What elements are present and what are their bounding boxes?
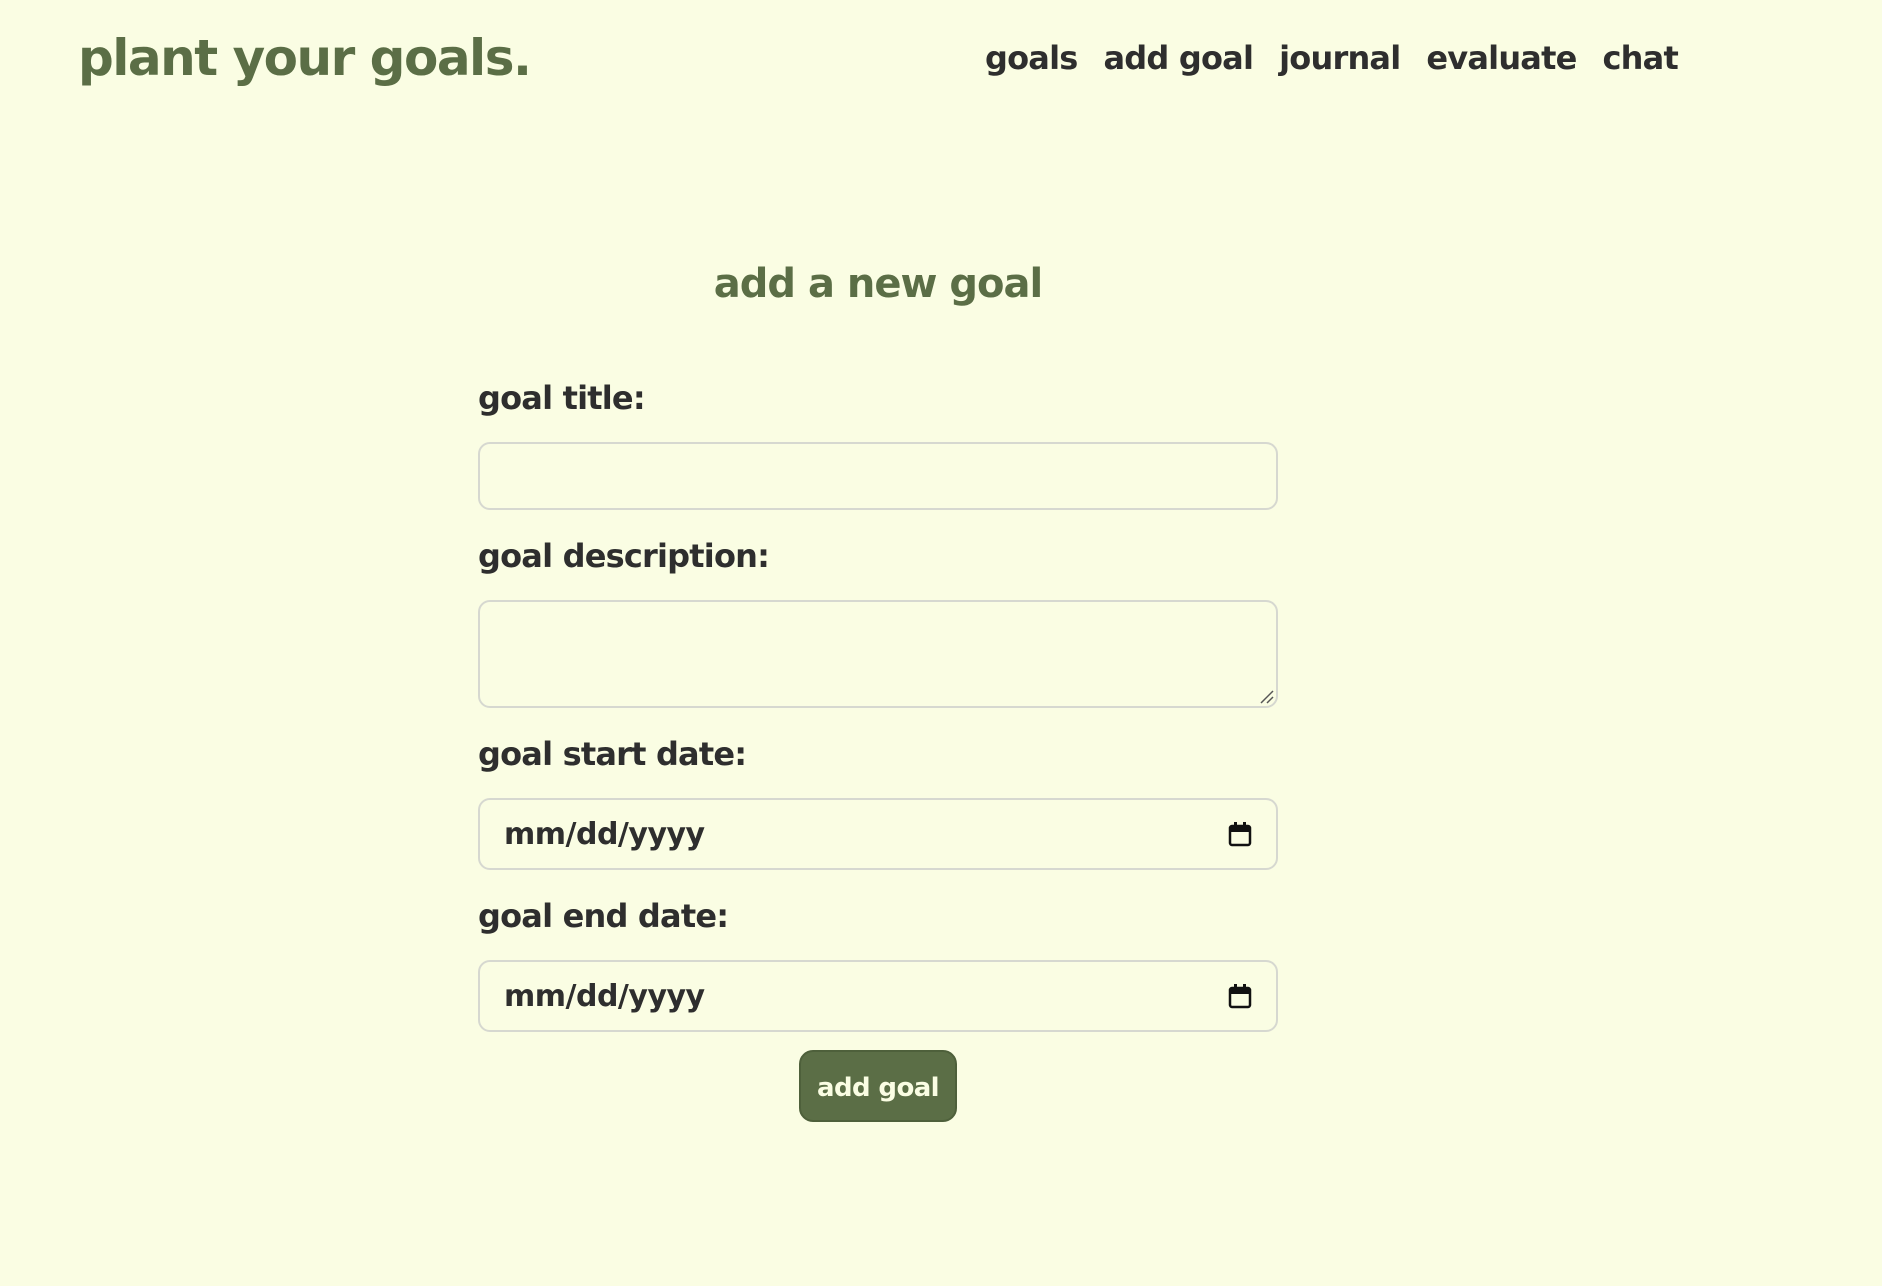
goal-end-date-input[interactable]: mm/dd/yyyy: [478, 960, 1278, 1032]
add-goal-form: goal title: goal description: goal start…: [478, 374, 1278, 1122]
calendar-icon[interactable]: [1228, 983, 1252, 1009]
goal-end-date-label: goal end date:: [478, 897, 729, 935]
goal-start-date-input[interactable]: mm/dd/yyyy: [478, 798, 1278, 870]
nav-link-goals[interactable]: goals: [985, 34, 1078, 82]
form-heading: add a new goal: [713, 261, 1043, 307]
end-date-placeholder: mm/dd/yyyy: [504, 978, 705, 1014]
calendar-icon[interactable]: [1228, 821, 1252, 847]
add-goal-button[interactable]: add goal: [799, 1050, 957, 1122]
goal-start-date-label: goal start date:: [478, 735, 747, 773]
start-date-placeholder: mm/dd/yyyy: [504, 816, 705, 852]
goal-description-textarea[interactable]: [478, 600, 1278, 708]
goal-description-label: goal description:: [478, 537, 770, 575]
resize-grip-icon[interactable]: [1258, 688, 1274, 704]
goal-title-input[interactable]: [478, 442, 1278, 510]
goal-title-label: goal title:: [478, 379, 646, 417]
main-nav: goals add goal journal evaluate chat: [985, 34, 1679, 82]
submit-row: add goal: [478, 1050, 1278, 1122]
nav-link-chat[interactable]: chat: [1603, 34, 1679, 82]
brand-logo-text[interactable]: plant your goals.: [78, 26, 532, 90]
nav-link-evaluate[interactable]: evaluate: [1426, 34, 1577, 82]
nav-link-journal[interactable]: journal: [1279, 34, 1401, 82]
nav-link-add-goal[interactable]: add goal: [1104, 34, 1254, 82]
